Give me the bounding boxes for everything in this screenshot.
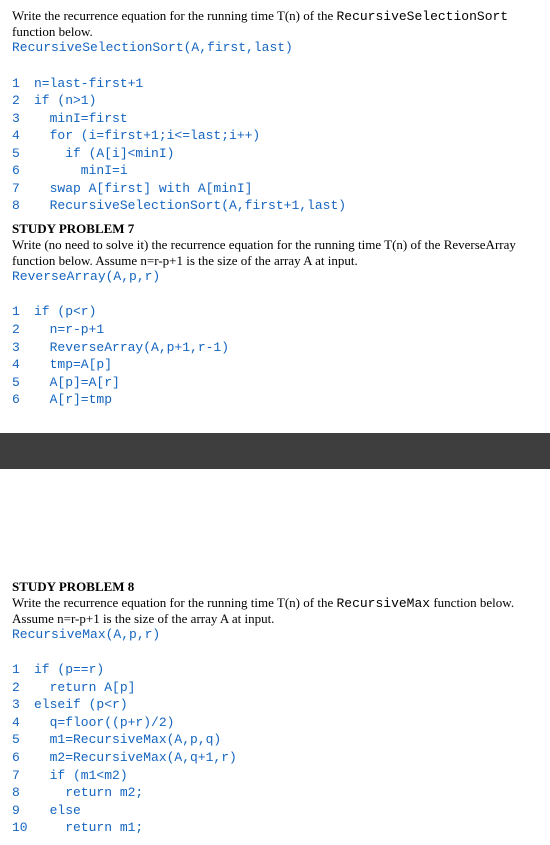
code-line: n=r-p+1 — [34, 322, 104, 337]
text: Write the recurrence equation for the ru… — [12, 8, 336, 23]
code-line: m1=RecursiveMax(A,p,q) — [34, 732, 221, 747]
inline-code: RecursiveMax — [336, 596, 430, 611]
code-line: return m1; — [34, 820, 143, 835]
code-line: A[r]=tmp — [34, 392, 112, 407]
code-line: else — [34, 803, 81, 818]
problem-7-code: 1if (p<r) 2 n=r-p+1 3 ReverseArray(A,p+1… — [12, 286, 538, 409]
problem-7-title: STUDY PROBLEM 7 — [12, 221, 538, 237]
code-line: q=floor((p+r)/2) — [34, 715, 174, 730]
code-line: elseif (p<r) — [34, 697, 128, 712]
problem-8-title: STUDY PROBLEM 8 — [12, 579, 538, 595]
code-line: minI=i — [34, 163, 128, 178]
code-line: for (i=first+1;i<=last;i++) — [34, 128, 260, 143]
problem-6-signature: RecursiveSelectionSort(A,first,last) — [12, 40, 538, 55]
code-line: if (A[i]<minI) — [34, 146, 174, 161]
problem-8-intro: Write the recurrence equation for the ru… — [12, 595, 538, 627]
text: Write the recurrence equation for the ru… — [12, 595, 336, 610]
code-line: ReverseArray(A,p+1,r-1) — [34, 340, 229, 355]
code-line: if (p==r) — [34, 662, 104, 677]
code-line: A[p]=A[r] — [34, 375, 120, 390]
problem-7-signature: ReverseArray(A,p,r) — [12, 269, 538, 284]
text: function below. — [12, 24, 93, 39]
code-line: m2=RecursiveMax(A,q+1,r) — [34, 750, 237, 765]
code-line: minI=first — [34, 111, 128, 126]
problem-6-code: 1n=last-first+1 2if (n>1) 3 minI=first 4… — [12, 57, 538, 215]
problem-8-code: 1if (p==r) 2 return A[p] 3elseif (p<r) 4… — [12, 644, 538, 837]
page-separator — [0, 433, 550, 469]
code-line: if (p<r) — [34, 304, 96, 319]
code-line: swap A[first] with A[minI] — [34, 181, 252, 196]
code-line: tmp=A[p] — [34, 357, 112, 372]
code-line: n=last-first+1 — [34, 76, 143, 91]
code-line: RecursiveSelectionSort(A,first+1,last) — [34, 198, 346, 213]
code-line: return A[p] — [34, 680, 135, 695]
problem-7-intro: Write (no need to solve it) the recurren… — [12, 237, 538, 269]
code-line: if (n>1) — [34, 93, 96, 108]
problem-8-signature: RecursiveMax(A,p,r) — [12, 627, 538, 642]
inline-code: RecursiveSelectionSort — [336, 9, 508, 24]
code-line: return m2; — [34, 785, 143, 800]
code-line: if (m1<m2) — [34, 768, 128, 783]
problem-6-intro: Write the recurrence equation for the ru… — [12, 8, 538, 40]
